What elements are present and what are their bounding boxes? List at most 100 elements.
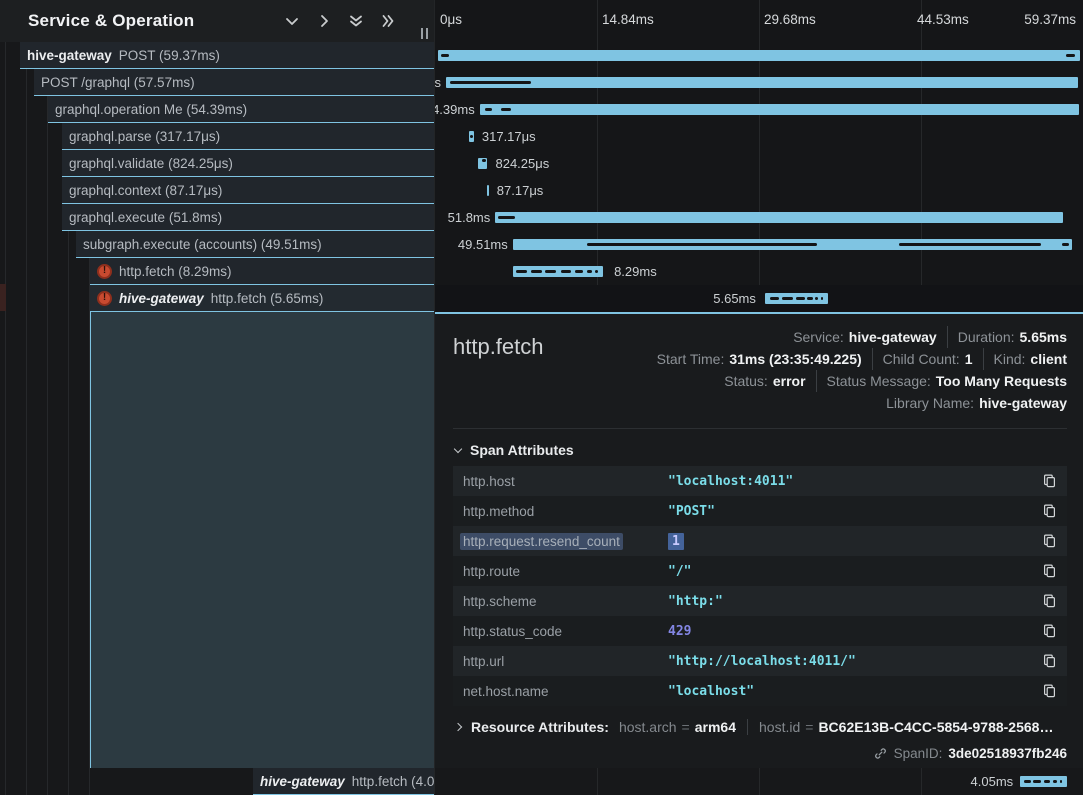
resource-attributes-title: Resource Attributes: — [471, 719, 609, 735]
span-bar[interactable] — [487, 185, 489, 196]
copy-button[interactable] — [1042, 533, 1057, 549]
meta-label: Status: — [724, 373, 768, 389]
detail-title: http.fetch — [453, 326, 647, 360]
resource-attributes-row[interactable]: Resource Attributes: host.arch=arm64 hos… — [455, 719, 1067, 735]
duration-label: 824.25μs — [495, 156, 549, 171]
resource-attr: host.arch=arm64 — [619, 719, 736, 735]
meta-label: Duration: — [958, 329, 1015, 345]
meta-label: Status Message: — [827, 373, 931, 389]
span-row-operation-me[interactable]: graphql.operation Me (54.39ms) — [48, 96, 434, 123]
attribute-value: 1 — [668, 534, 1042, 549]
resource-attr: host.id=BC62E13B-C4CC-5854-9788-2568… — [759, 719, 1053, 735]
error-icon: ! — [97, 264, 112, 279]
span-row-parse[interactable]: graphql.parse (317.17μs) — [62, 123, 434, 150]
attribute-value: "localhost:4011" — [668, 474, 1042, 489]
span-row-execute[interactable]: graphql.execute (51.8ms) — [62, 204, 434, 231]
meta-label: Child Count: — [883, 351, 960, 367]
meta-label: Kind: — [994, 351, 1026, 367]
attribute-key: http.status_code — [463, 624, 668, 639]
expand-all-icon[interactable] — [380, 13, 396, 29]
span-attributes-table: http.host "localhost:4011" http.method "… — [453, 466, 1067, 706]
span-row-validate[interactable]: graphql.validate (824.25μs) — [62, 150, 434, 177]
collapse-one-icon[interactable] — [284, 13, 300, 29]
span-id-value: 3de02518937fb246 — [948, 746, 1067, 761]
attribute-row: http.url "http://localhost:4011/" — [453, 646, 1067, 676]
span-bar[interactable] — [469, 131, 474, 142]
copy-button[interactable] — [1042, 593, 1057, 609]
span-detail-panel: http.fetch Service:hive-gateway Duration… — [435, 312, 1083, 768]
meta-value: error — [773, 373, 806, 389]
span-bar[interactable] — [446, 77, 1078, 88]
timeline-axis: 0μs 14.84ms 29.68ms 44.53ms 59.37ms — [435, 0, 1083, 42]
service-name: hive-gateway — [27, 48, 112, 63]
span-row-context[interactable]: graphql.context (87.17μs) — [62, 177, 434, 204]
operation-name: subgraph.execute (accounts) (49.51ms) — [83, 237, 322, 252]
operation-name: http.fetch (4.05ms) — [352, 774, 434, 789]
copy-button[interactable] — [1042, 473, 1057, 489]
span-id-label: SpanID: — [894, 746, 943, 761]
detail-meta: Service:hive-gateway Duration:5.65ms Sta… — [647, 326, 1067, 414]
attribute-row-selected: http.request.resend_count 1 — [453, 526, 1067, 556]
span-id-row: SpanID: 3de02518937fb246 — [453, 746, 1067, 761]
panel-splitter-handle[interactable] — [421, 28, 428, 39]
timeline-row: 51.8ms — [435, 204, 1083, 231]
axis-tick: 59.37ms — [1024, 12, 1076, 27]
span-row-http-fetch-8ms[interactable]: ! http.fetch (8.29ms) — [90, 258, 434, 285]
attribute-value: "http:" — [668, 594, 1042, 609]
operation-name: graphql.validate (824.25μs) — [69, 156, 233, 171]
span-row-post-graphql[interactable]: POST /graphql (57.57ms) — [34, 69, 434, 96]
copy-button[interactable] — [1042, 683, 1057, 699]
copy-button[interactable] — [1042, 653, 1057, 669]
attribute-key: http.scheme — [463, 594, 668, 609]
copy-button[interactable] — [1042, 563, 1057, 579]
attribute-key: http.method — [463, 504, 668, 519]
span-bar[interactable] — [478, 158, 488, 169]
link-icon[interactable] — [873, 746, 888, 761]
axis-tick: 14.84ms — [602, 12, 654, 27]
span-bar[interactable] — [513, 239, 1072, 250]
timeline-row: 317.17μs — [435, 123, 1083, 150]
attribute-row: net.host.name "localhost" — [453, 676, 1067, 706]
meta-value: 31ms (23:35:49.225) — [729, 351, 861, 367]
attribute-row: http.route "/" — [453, 556, 1067, 586]
span-bar[interactable] — [438, 50, 1081, 61]
expand-one-icon[interactable] — [316, 13, 332, 29]
timeline-panel: 0μs 14.84ms 29.68ms 44.53ms 59.37ms 57.5… — [434, 0, 1083, 795]
timeline-row-bottom: 4.05ms — [435, 768, 1083, 795]
collapse-all-icon[interactable] — [348, 13, 364, 29]
copy-button[interactable] — [1042, 623, 1057, 639]
span-row-subgraph-execute[interactable]: subgraph.execute (accounts) (49.51ms) — [76, 231, 434, 258]
duration-label: 8.29ms — [614, 264, 657, 279]
detail-divider — [453, 428, 1067, 429]
operation-name: http.fetch (8.29ms) — [119, 264, 232, 279]
tree-header: Service & Operation — [0, 0, 434, 42]
span-bar[interactable] — [480, 104, 1079, 115]
service-name: hive-gateway — [260, 774, 345, 789]
timeline-row: 87.17μs — [435, 177, 1083, 204]
attribute-row: http.scheme "http:" — [453, 586, 1067, 616]
duration-label: 317.17μs — [482, 129, 536, 144]
timeline-row: 8.29ms — [435, 258, 1083, 285]
duration-label: 49.51ms — [458, 237, 508, 252]
span-row-root[interactable]: hive-gateway POST (59.37ms) — [20, 42, 434, 69]
selected-span-detail-backdrop — [90, 312, 434, 768]
meta-value: 5.65ms — [1020, 329, 1067, 345]
span-row-http-fetch-4ms[interactable]: hive-gateway http.fetch (4.05ms) — [253, 768, 434, 795]
operation-name: POST /graphql (57.57ms) — [41, 75, 195, 90]
axis-tick: 0μs — [440, 12, 462, 27]
timeline-row: 49.51ms — [435, 231, 1083, 258]
chevron-down-icon — [454, 444, 462, 452]
span-bar[interactable] — [495, 212, 1063, 223]
meta-label: Service: — [793, 329, 844, 345]
timeline-row: 824.25μs — [435, 150, 1083, 177]
span-bar[interactable] — [1020, 776, 1067, 787]
duration-label: 54.39ms — [435, 102, 475, 117]
duration-label: 51.8ms — [448, 210, 491, 225]
span-bar[interactable] — [513, 266, 604, 277]
span-bar-selected[interactable] — [765, 293, 827, 304]
attribute-key: http.host — [463, 474, 668, 489]
attribute-key: http.request.resend_count — [463, 534, 668, 549]
copy-button[interactable] — [1042, 503, 1057, 519]
span-attributes-header[interactable]: Span Attributes — [455, 442, 1067, 458]
span-row-http-fetch-5ms-selected[interactable]: ! hive-gateway http.fetch (5.65ms) — [90, 285, 434, 312]
